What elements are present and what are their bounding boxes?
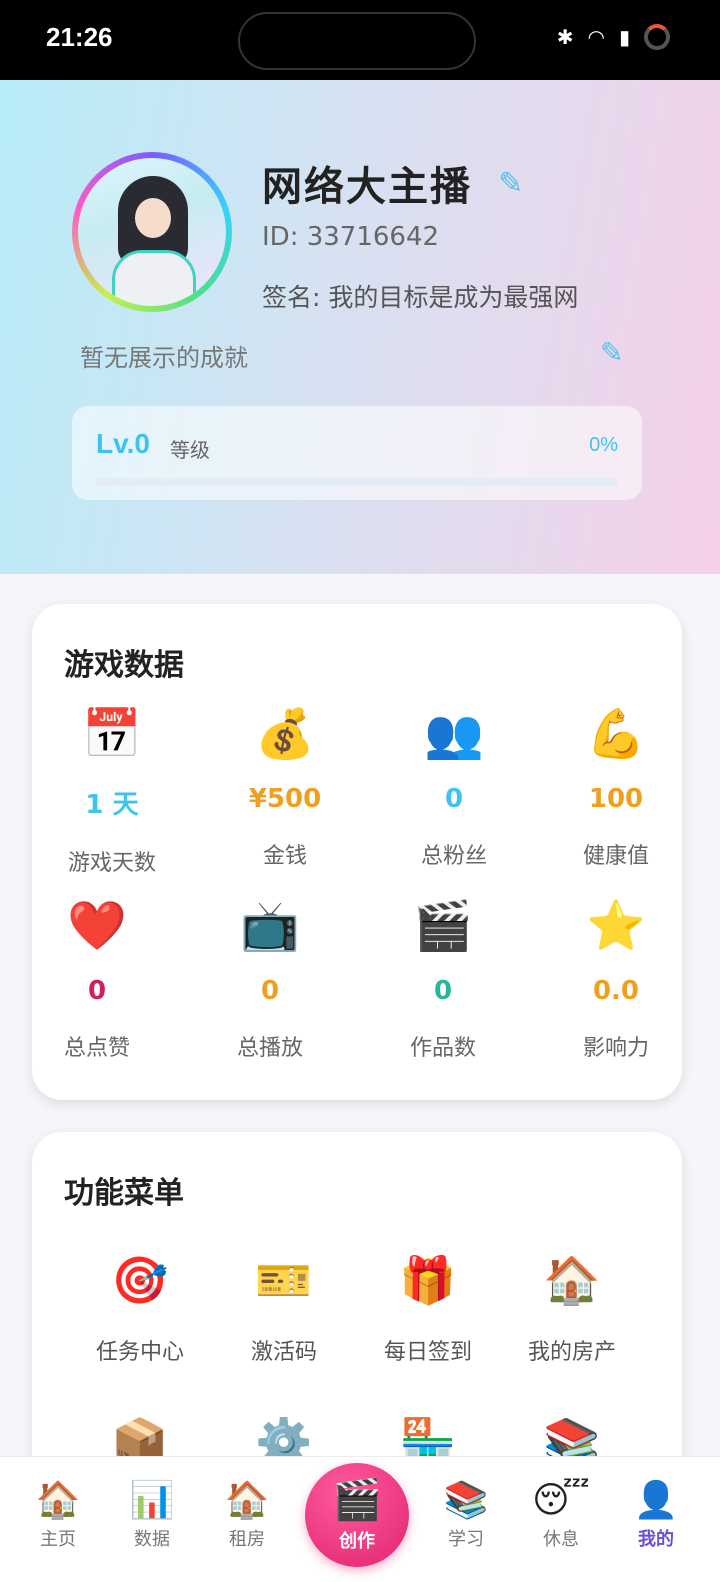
stat-value: ¥500 <box>248 784 322 814</box>
stat-play-days: 📅 1 天 游戏天数 <box>32 704 192 877</box>
stat-fans: 👥 0 总粉丝 <box>374 704 534 870</box>
status-icons: ✱ ◠ ▮ <box>557 24 670 50</box>
stat-label: 游戏天数 <box>67 851 156 876</box>
stat-value: 1 天 <box>85 790 139 820</box>
house-icon: 🏠 <box>543 1253 601 1307</box>
game-stats-title: 游戏数据 <box>64 648 184 683</box>
stat-works: 🎬 0 作品数 <box>363 896 523 1062</box>
stat-label: 总播放 <box>236 1036 303 1061</box>
nav-label: 创作 <box>339 1531 375 1552</box>
name-row: 网络大主播 ✎ <box>262 154 523 212</box>
nav-label: 学习 <box>448 1529 484 1550</box>
stat-label: 总点赞 <box>63 1036 130 1061</box>
avatar[interactable] <box>72 152 232 312</box>
edit-achievement-pencil-icon[interactable]: ✎ <box>600 336 623 369</box>
sleeping-face-icon: 😴 <box>532 1480 590 1521</box>
menu-label: 任务中心 <box>95 1340 184 1365</box>
heart-icon: ❤️ <box>67 898 127 954</box>
stat-money: 💰 ¥500 金钱 <box>205 704 365 870</box>
stat-label: 影响力 <box>582 1036 649 1061</box>
5g-signal-icon: ▮ <box>618 25 630 49</box>
nav-label: 租房 <box>229 1529 265 1550</box>
function-menu-title: 功能菜单 <box>64 1176 184 1211</box>
gift-icon: 🎁 <box>399 1253 457 1307</box>
stat-value: 0.0 <box>592 976 640 1006</box>
nav-label: 数据 <box>134 1529 170 1550</box>
menu-label: 每日签到 <box>383 1340 472 1365</box>
nav-study[interactable]: 📚 学习 <box>421 1479 511 1551</box>
nav-create-button[interactable]: 🎬 创作 <box>305 1463 409 1567</box>
house-icon: 🏠 <box>224 1480 270 1521</box>
status-time: 21:26 <box>46 22 113 52</box>
game-stats-card: 游戏数据 📅 1 天 游戏天数 💰 ¥500 金钱 👥 0 总粉丝 💪 100 … <box>32 604 682 1100</box>
level-label: 等级 <box>170 438 210 462</box>
menu-task-center[interactable]: 🎯 任务中心 <box>70 1252 210 1366</box>
avatar-image <box>78 158 226 306</box>
stat-value: 0 <box>87 976 107 1006</box>
user-id: ID: 33716642 <box>262 222 440 252</box>
stat-value: 0 <box>433 976 453 1006</box>
chart-icon: 📊 <box>129 1480 175 1521</box>
clapper-icon: 🎬 <box>332 1477 382 1523</box>
home-icon: 🏠 <box>35 1480 81 1521</box>
achievement-text: 暂无展示的成就 <box>80 344 248 372</box>
books-icon: 📚 <box>443 1480 489 1521</box>
muscle-icon: 💪 <box>586 706 646 762</box>
stat-value: 0 <box>260 976 280 1006</box>
user-name: 网络大主播 <box>262 164 472 210</box>
calendar-icon: 📅 <box>82 706 142 762</box>
level-percent: 0% <box>589 434 618 456</box>
edit-name-pencil-icon[interactable]: ✎ <box>498 166 523 201</box>
battery-ring-icon <box>644 24 670 50</box>
stat-health: 💪 100 健康值 <box>536 704 696 870</box>
clapper-icon: 🎬 <box>413 898 473 954</box>
stat-plays: 📺 0 总播放 <box>190 896 350 1062</box>
nav-rent[interactable]: 🏠 租房 <box>202 1479 292 1551</box>
bottom-nav: 🏠 主页 📊 数据 🏠 租房 🎬 创作 📚 学习 😴 休息 👤 我的 <box>0 1456 720 1582</box>
stat-influence: ⭐ 0.0 影响力 <box>536 896 696 1062</box>
money-bag-icon: 💰 <box>255 706 315 762</box>
stat-value: 100 <box>588 784 644 814</box>
profile-header: 网络大主播 ✎ ID: 33716642 签名: 我的目标是成为最强网 暂无展示… <box>0 80 720 574</box>
level-value: Lv.0 <box>96 428 150 459</box>
menu-label: 我的房产 <box>527 1340 616 1365</box>
stat-likes: ❤️ 0 总点赞 <box>17 896 177 1062</box>
nav-rest[interactable]: 😴 休息 <box>516 1479 606 1551</box>
ticket-icon: 🎫 <box>255 1253 313 1307</box>
menu-activation-code[interactable]: 🎫 激活码 <box>214 1252 354 1366</box>
tv-icon: 📺 <box>240 898 300 954</box>
menu-my-property[interactable]: 🏠 我的房产 <box>502 1252 642 1366</box>
star-icon: ⭐ <box>586 898 646 954</box>
level-card: Lv.0 等级 0% <box>72 406 642 500</box>
user-icon: 👤 <box>633 1480 679 1521</box>
target-icon: 🎯 <box>111 1253 169 1307</box>
nav-label: 休息 <box>543 1529 579 1550</box>
camera-island <box>238 12 476 70</box>
stat-label: 总粉丝 <box>420 844 487 869</box>
stat-value: 0 <box>444 784 464 814</box>
status-bar: 21:26 ✱ ◠ ▮ <box>0 0 720 80</box>
wifi-icon: ◠ <box>587 25 605 49</box>
level-progress-bar <box>96 478 618 486</box>
bluetooth-icon: ✱ <box>556 25 574 49</box>
stat-label: 健康值 <box>582 844 649 869</box>
nav-label: 我的 <box>638 1529 674 1550</box>
nav-mine[interactable]: 👤 我的 <box>611 1479 701 1551</box>
user-signature: 签名: 我的目标是成为最强网 <box>262 283 579 312</box>
nav-home[interactable]: 🏠 主页 <box>13 1479 103 1551</box>
nav-data[interactable]: 📊 数据 <box>107 1479 197 1551</box>
stat-label: 作品数 <box>409 1036 476 1061</box>
menu-daily-checkin[interactable]: 🎁 每日签到 <box>358 1252 498 1366</box>
menu-label: 激活码 <box>250 1340 317 1365</box>
nav-label: 主页 <box>40 1529 76 1550</box>
stat-label: 金钱 <box>262 844 307 869</box>
people-icon: 👥 <box>424 706 484 762</box>
